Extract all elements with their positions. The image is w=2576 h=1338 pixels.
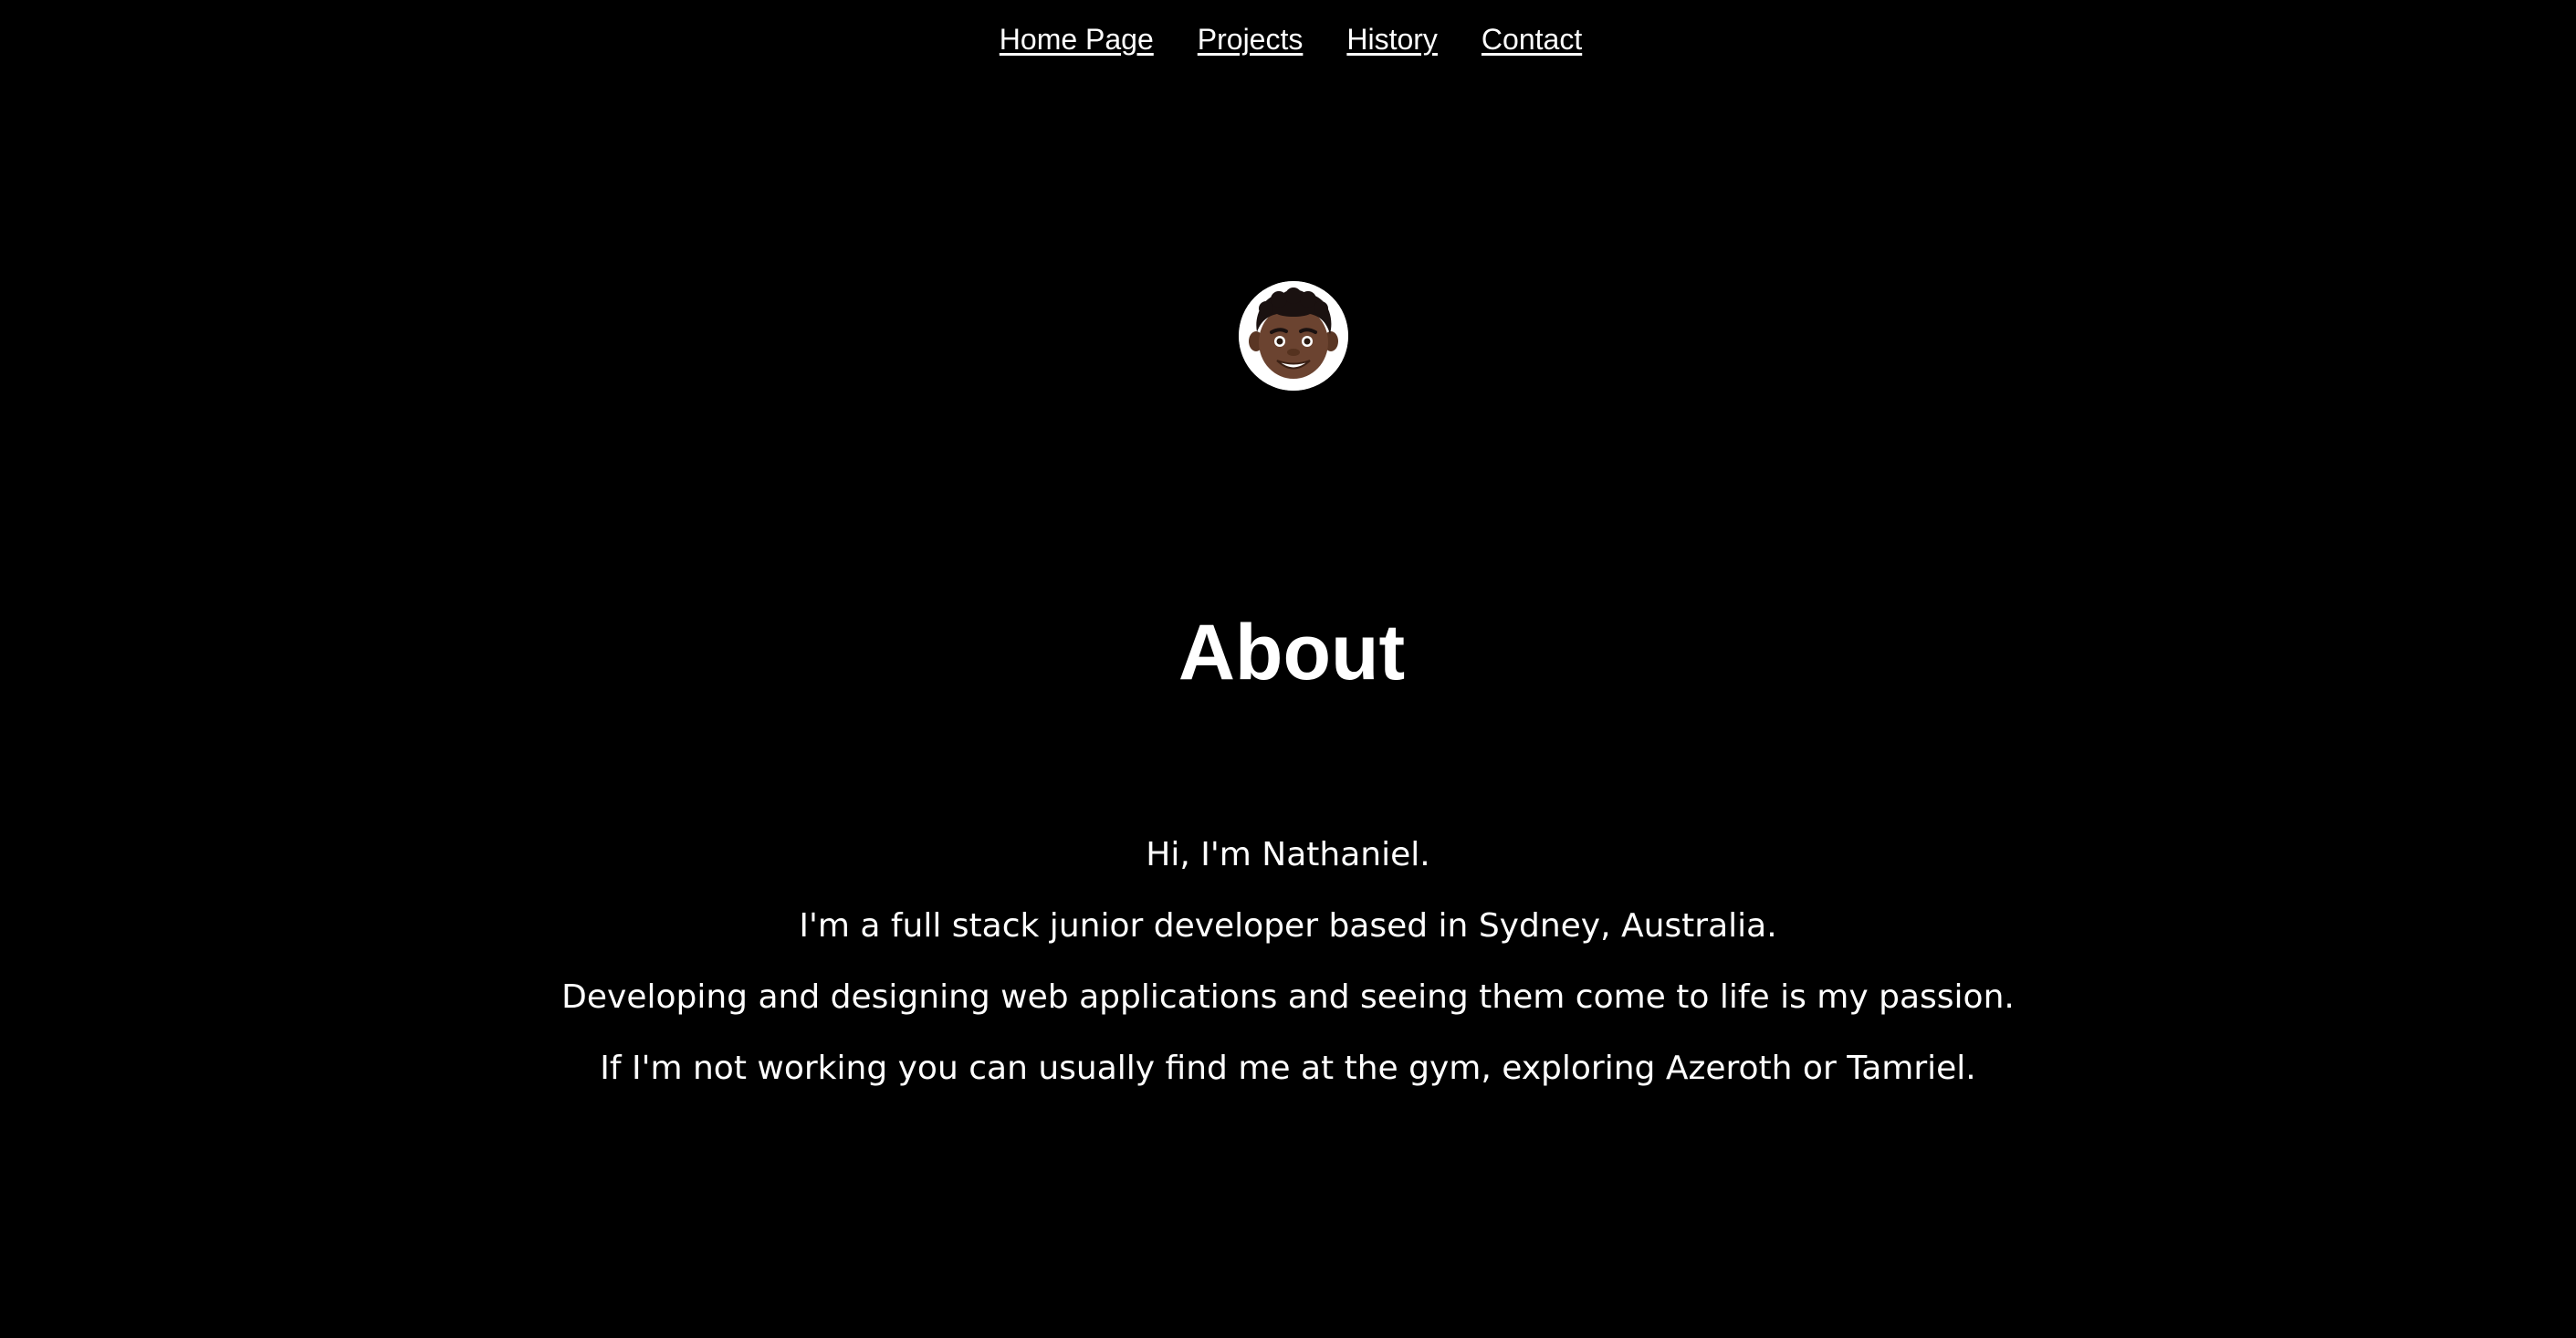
about-paragraph-role: I'm a full stack junior developer based … xyxy=(799,907,1777,945)
avatar-memoji-icon xyxy=(1239,281,1348,391)
nav-link-projects[interactable]: Projects xyxy=(1198,16,1304,62)
nav-link-history[interactable]: History xyxy=(1346,16,1438,62)
about-paragraph-passion: Developing and designing web application… xyxy=(561,978,2015,1016)
about-text: Hi, I'm Nathaniel. I'm a full stack juni… xyxy=(0,829,2576,1113)
nav-link-home-page[interactable]: Home Page xyxy=(1000,16,1154,62)
nav-link-contact[interactable]: Contact xyxy=(1482,16,1582,62)
about-paragraph-hobbies: If I'm not working you can usually find … xyxy=(600,1050,1976,1087)
top-navigation: Home Page Projects History Contact xyxy=(0,16,2576,62)
about-heading: About xyxy=(1178,609,1406,696)
avatar xyxy=(1239,281,1348,391)
about-paragraph-intro: Hi, I'm Nathaniel. xyxy=(1146,836,1430,873)
